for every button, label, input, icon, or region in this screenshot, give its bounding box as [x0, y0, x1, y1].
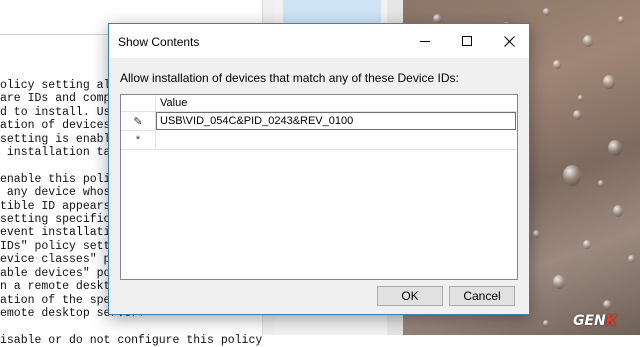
maximize-icon	[462, 36, 472, 46]
minimize-button[interactable]	[405, 24, 445, 58]
rain-drop	[598, 180, 604, 187]
dialog-title: Show Contents	[118, 35, 200, 49]
header-selector-cell	[121, 95, 156, 111]
show-contents-dialog: Show Contents Allow installation of devi…	[108, 23, 530, 315]
device-id-grid[interactable]: Value ✎ USB\VID_054C&PID_0243&REV_0100 *	[120, 94, 518, 280]
rain-drop	[553, 60, 561, 70]
rain-drop	[578, 95, 583, 101]
cancel-button[interactable]: Cancel	[449, 286, 515, 306]
rain-drop	[583, 240, 591, 250]
rain-drop	[583, 35, 593, 47]
device-id-cell[interactable]: USB\VID_054C&PID_0243&REV_0100	[156, 112, 516, 130]
rain-drop	[603, 75, 615, 89]
rain-drop	[543, 320, 549, 327]
rain-drop	[533, 230, 540, 239]
ok-button[interactable]: OK	[377, 286, 443, 306]
edit-pencil-icon: ✎	[121, 112, 156, 131]
rain-drop	[563, 165, 581, 186]
rain-drop	[603, 300, 612, 311]
rain-drop	[543, 8, 550, 17]
maximize-button[interactable]	[447, 24, 487, 58]
new-row-asterisk-icon: *	[121, 131, 156, 150]
dialog-instruction: Allow installation of devices that match…	[120, 71, 459, 85]
device-id-value: USB\VID_054C&PID_0243&REV_0100	[160, 115, 354, 127]
rain-drop	[628, 255, 635, 264]
rain-drop	[613, 205, 623, 217]
minimize-icon	[420, 40, 430, 42]
rain-drop	[553, 275, 565, 289]
rain-drop	[618, 16, 624, 23]
close-icon	[503, 35, 515, 47]
rain-drop	[573, 110, 582, 121]
new-value-cell[interactable]	[156, 131, 516, 150]
rain-drop	[608, 140, 622, 157]
column-header-value: Value	[160, 97, 188, 109]
table-row-new[interactable]: *	[121, 131, 517, 150]
close-button[interactable]	[489, 24, 529, 58]
dialog-titlebar[interactable]: Show Contents	[109, 24, 529, 58]
table-row[interactable]: ✎ USB\VID_054C&PID_0243&REV_0100	[121, 112, 517, 131]
genk-watermark-logo: GENK	[573, 313, 617, 329]
grid-header: Value	[121, 95, 517, 112]
